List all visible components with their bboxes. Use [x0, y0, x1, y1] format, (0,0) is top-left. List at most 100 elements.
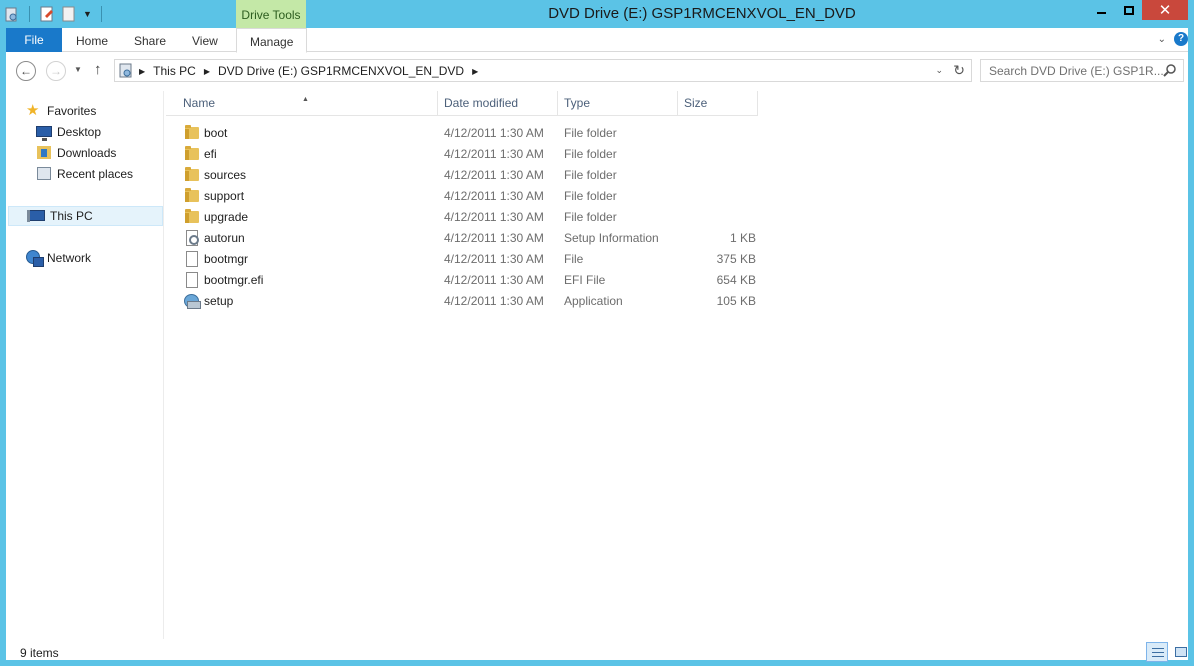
- breadcrumb-chevron-icon[interactable]: ▶: [204, 67, 210, 76]
- nav-recent-places[interactable]: Recent places: [6, 164, 163, 184]
- column-header-size-label: Size: [684, 96, 708, 110]
- details-view-button[interactable]: [1146, 642, 1168, 662]
- search-placeholder: Search DVD Drive (E:) GSP1R...: [989, 64, 1164, 78]
- nav-network-label: Network: [47, 251, 92, 265]
- network-icon: [26, 250, 44, 267]
- status-bar: 9 items: [6, 640, 1188, 666]
- nav-downloads-label: Downloads: [57, 146, 117, 160]
- nav-desktop[interactable]: Desktop: [6, 122, 163, 142]
- file-type: EFI File: [564, 273, 606, 287]
- refresh-icon[interactable]: ↻: [953, 62, 965, 79]
- tab-home[interactable]: Home: [76, 28, 108, 52]
- up-button[interactable]: ↑: [94, 61, 102, 78]
- column-header-type-label: Type: [564, 96, 591, 110]
- file-date: 4/12/2011 1:30 AM: [444, 126, 544, 140]
- file-date: 4/12/2011 1:30 AM: [444, 168, 544, 182]
- file-name: bootmgr.efi: [204, 273, 264, 287]
- file-size: 375 KB: [716, 252, 756, 266]
- search-input[interactable]: Search DVD Drive (E:) GSP1R...: [980, 59, 1184, 82]
- file-type: File folder: [564, 126, 617, 140]
- address-bar[interactable]: ▶ This PC ▶ DVD Drive (E:) GSP1RMCENXVOL…: [114, 59, 972, 82]
- column-header-size[interactable]: Size: [678, 91, 758, 116]
- file-type: File folder: [564, 168, 617, 182]
- title-bar: ▼ Drive Tools DVD Drive (E:) GSP1RMCENXV…: [0, 0, 1194, 28]
- downloads-icon: [36, 145, 52, 161]
- column-header-name-label: Name: [183, 96, 216, 110]
- nav-this-pc[interactable]: This PC: [8, 206, 163, 226]
- file-date: 4/12/2011 1:30 AM: [444, 210, 544, 224]
- file-name: autorun: [204, 231, 245, 245]
- forward-button[interactable]: →: [46, 61, 66, 81]
- sort-ascending-icon: ▲: [302, 96, 309, 103]
- recent-locations-icon[interactable]: ▼: [74, 65, 82, 74]
- setup-app-icon: [184, 293, 201, 309]
- nav-favorites[interactable]: ★ Favorites: [6, 101, 163, 121]
- file-row[interactable]: autorun 4/12/2011 1:30 AM Setup Informat…: [184, 228, 764, 249]
- desktop-icon: [36, 124, 52, 141]
- file-row[interactable]: boot 4/12/2011 1:30 AM File folder: [184, 123, 764, 144]
- back-arrow-icon: ←: [20, 64, 32, 78]
- file-row[interactable]: setup 4/12/2011 1:30 AM Application 105 …: [184, 291, 764, 312]
- file-row[interactable]: upgrade 4/12/2011 1:30 AM File folder: [184, 207, 764, 228]
- help-icon[interactable]: ?: [1174, 32, 1188, 46]
- file-size: 105 KB: [716, 294, 756, 308]
- address-history-icon[interactable]: ⌄: [935, 65, 943, 76]
- nav-desktop-label: Desktop: [57, 125, 102, 139]
- nav-downloads[interactable]: Downloads: [6, 143, 163, 163]
- window-controls: ✕: [1088, 0, 1188, 20]
- favorites-star-icon: ★: [26, 102, 40, 119]
- breadcrumb-chevron-icon[interactable]: ▶: [472, 67, 478, 76]
- column-header-name[interactable]: ▲ Name: [166, 91, 438, 116]
- file-row[interactable]: efi 4/12/2011 1:30 AM File folder: [184, 144, 764, 165]
- tab-file[interactable]: File: [6, 28, 62, 52]
- file-row[interactable]: bootmgr 4/12/2011 1:30 AM File 375 KB: [184, 249, 764, 270]
- file-type: File folder: [564, 147, 617, 161]
- navigation-pane: ★ Favorites Desktop Downloads Recent pla…: [6, 91, 164, 639]
- breadcrumb: ▶ This PC ▶ DVD Drive (E:) GSP1RMCENXVOL…: [139, 64, 478, 78]
- column-header-type[interactable]: Type: [558, 91, 678, 116]
- setup-info-icon: [184, 230, 200, 246]
- nav-network[interactable]: Network: [6, 248, 163, 268]
- file-icon: [184, 251, 200, 267]
- folder-icon: [184, 146, 200, 162]
- folder-icon: [184, 209, 200, 225]
- window-title: DVD Drive (E:) GSP1RMCENXVOL_EN_DVD: [548, 5, 856, 22]
- file-row[interactable]: sources 4/12/2011 1:30 AM File folder: [184, 165, 764, 186]
- file-date: 4/12/2011 1:30 AM: [444, 189, 544, 203]
- file-name: upgrade: [204, 210, 249, 224]
- ribbon-controls: ⌄ ?: [1158, 32, 1188, 46]
- search-icon[interactable]: [1163, 63, 1177, 77]
- large-icons-view-icon: [1175, 647, 1187, 657]
- this-pc-icon: [27, 208, 45, 224]
- back-button[interactable]: ←: [16, 61, 36, 81]
- item-count: 9 items: [20, 646, 59, 660]
- maximize-button[interactable]: [1115, 0, 1142, 20]
- minimize-button[interactable]: [1088, 0, 1115, 20]
- column-header-date-label: Date modified: [444, 96, 519, 110]
- breadcrumb-chevron-icon[interactable]: ▶: [139, 67, 145, 76]
- breadcrumb-dvd-drive[interactable]: DVD Drive (E:) GSP1RMCENXVOL_EN_DVD: [218, 64, 464, 78]
- nav-recent-places-label: Recent places: [57, 167, 134, 181]
- nav-favorites-label: Favorites: [47, 104, 97, 118]
- breadcrumb-this-pc[interactable]: This PC: [153, 64, 196, 78]
- column-header-date[interactable]: Date modified: [438, 91, 558, 116]
- file-name: bootmgr: [204, 252, 249, 266]
- file-name: sources: [204, 168, 247, 182]
- file-size: 654 KB: [716, 273, 756, 287]
- folder-icon: [184, 167, 200, 183]
- forward-arrow-icon: →: [50, 64, 62, 78]
- file-date: 4/12/2011 1:30 AM: [444, 273, 544, 287]
- tab-share[interactable]: Share: [134, 28, 166, 52]
- file-type: File folder: [564, 210, 617, 224]
- minimize-icon: [1097, 12, 1106, 14]
- large-icons-view-button[interactable]: [1170, 642, 1192, 662]
- nav-this-pc-label: This PC: [50, 209, 93, 223]
- tab-manage[interactable]: Manage: [236, 28, 308, 53]
- file-row[interactable]: support 4/12/2011 1:30 AM File folder: [184, 186, 764, 207]
- tab-view[interactable]: View: [192, 28, 218, 52]
- expand-ribbon-icon[interactable]: ⌄: [1158, 34, 1166, 45]
- folder-icon: [184, 188, 200, 204]
- close-button[interactable]: ✕: [1142, 0, 1188, 20]
- file-name: support: [204, 189, 245, 203]
- file-row[interactable]: bootmgr.efi 4/12/2011 1:30 AM EFI File 6…: [184, 270, 764, 291]
